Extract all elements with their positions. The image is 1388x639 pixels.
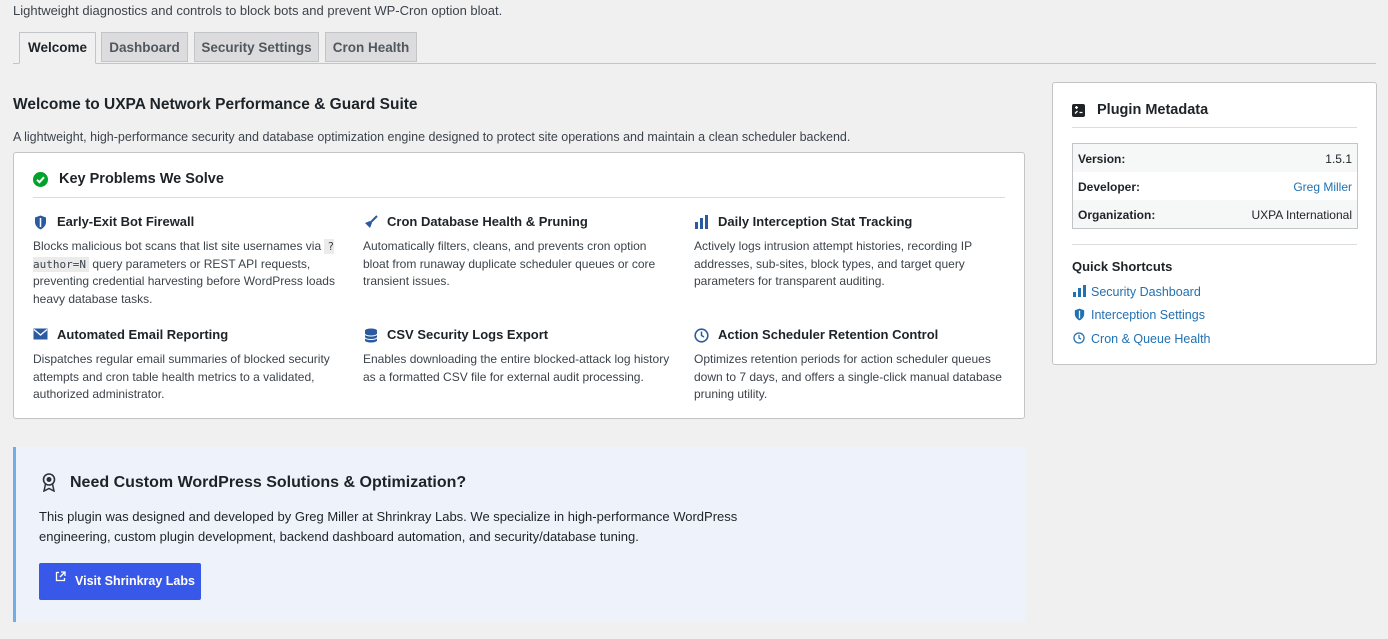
metadata-value: UXPA International: [1251, 208, 1352, 222]
shortcut-label: Security Dashboard: [1091, 285, 1201, 299]
developer-link[interactable]: Greg Miller: [1293, 180, 1352, 194]
page-title: Welcome to UXPA Network Performance & Gu…: [13, 96, 418, 113]
feature-description: Dispatches regular email summaries of bl…: [33, 352, 330, 401]
key-problems-heading-label: Key Problems We Solve: [59, 171, 224, 187]
email-icon: [33, 328, 48, 343]
shortcut-label: Cron & Queue Health: [1091, 332, 1211, 346]
feature-description: Actively logs intrusion attempt historie…: [694, 239, 972, 288]
bar-chart-icon: [1072, 285, 1086, 300]
check-circle-icon: [33, 172, 48, 187]
visit-shrinkray-labs-label: Visit Shrinkray Labs: [75, 574, 195, 588]
metadata-key: Developer:: [1078, 180, 1141, 194]
divider: [1072, 244, 1357, 245]
shield-icon: [1072, 308, 1086, 324]
metadata-row-version: Version: 1.5.1: [1073, 144, 1357, 172]
metadata-value: 1.5.1: [1325, 152, 1352, 166]
award-icon: [41, 473, 57, 493]
feature-title: Daily Interception Stat Tracking: [718, 214, 913, 229]
metadata-row-developer: Developer: Greg Miller: [1073, 172, 1357, 200]
feature-description: Blocks malicious bot scans that list sit…: [33, 239, 335, 306]
quick-shortcuts-heading: Quick Shortcuts: [1072, 259, 1173, 274]
feature-description: Enables downloading the entire blocked-a…: [363, 352, 670, 384]
promo-title: Need Custom WordPress Solutions & Optimi…: [70, 474, 467, 491]
shield-icon: [33, 215, 48, 230]
tab-bar: Welcome Dashboard Security Settings Cron…: [13, 32, 1376, 64]
plugin-metadata-card: Plugin Metadata Version: 1.5.1 Developer…: [1052, 82, 1377, 365]
page-subtitle: Lightweight diagnostics and controls to …: [13, 3, 503, 18]
tab-security-settings[interactable]: Security Settings: [194, 32, 319, 62]
dashboard-icon: [1072, 104, 1085, 117]
tab-dashboard[interactable]: Dashboard: [101, 32, 188, 62]
feature-description: Automatically filters, cleans, and preve…: [363, 239, 656, 288]
clock-icon: [694, 328, 709, 343]
feature-title: Cron Database Health & Pruning: [387, 214, 588, 229]
feature-title: Early-Exit Bot Firewall: [57, 214, 195, 229]
external-link-icon: [55, 571, 66, 585]
bar-chart-icon: [694, 215, 709, 230]
visit-shrinkray-labs-button[interactable]: Visit Shrinkray Labs: [39, 563, 201, 600]
metadata-key: Organization:: [1078, 208, 1156, 222]
metadata-row-organization: Organization: UXPA International: [1073, 200, 1357, 228]
shortcut-label: Interception Settings: [1091, 308, 1205, 322]
clock-icon: [1072, 332, 1086, 347]
page-description: A lightweight, high-performance security…: [13, 130, 851, 144]
feature-title: Automated Email Reporting: [57, 327, 229, 342]
feature-title: Action Scheduler Retention Control: [718, 327, 939, 342]
tab-welcome[interactable]: Welcome: [19, 32, 96, 64]
divider: [1072, 127, 1357, 128]
metadata-key: Version:: [1078, 152, 1126, 166]
feature-description: Optimizes retention periods for action s…: [694, 352, 1002, 401]
tab-cron-health[interactable]: Cron Health: [325, 32, 417, 62]
broom-icon: [363, 215, 378, 230]
divider: [33, 197, 1005, 198]
metadata-table: Version: 1.5.1 Developer: Greg Miller Or…: [1072, 143, 1358, 229]
key-problems-card: Key Problems We Solve Early-Exit Bot Fir…: [13, 152, 1025, 419]
promo-text: This plugin was designed and developed b…: [39, 509, 738, 544]
promo-banner: Need Custom WordPress Solutions & Optimi…: [13, 447, 1025, 622]
feature-title: CSV Security Logs Export: [387, 327, 549, 342]
database-icon: [363, 328, 378, 343]
plugin-metadata-label: Plugin Metadata: [1097, 102, 1209, 118]
